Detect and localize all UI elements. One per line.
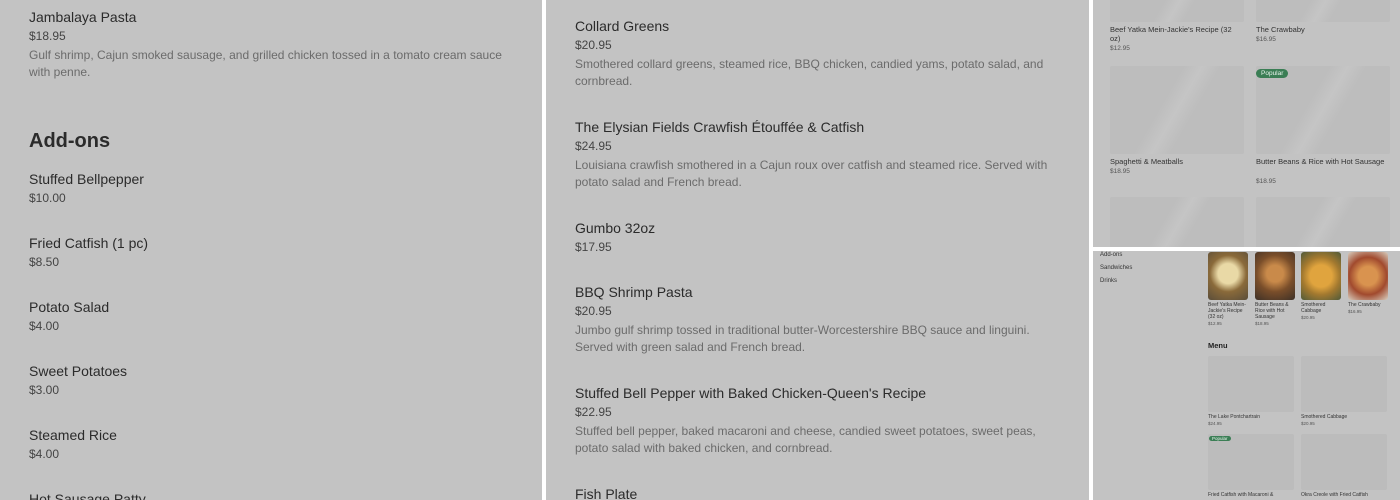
item-price: $10.00 bbox=[29, 191, 66, 205]
section-title-addons: Add-ons bbox=[29, 130, 111, 152]
menu-item[interactable]: Steamed Rice $4.00 bbox=[29, 426, 514, 462]
menu-panel-left: Jambalaya Pasta $18.95 Gulf shrimp, Caju… bbox=[0, 0, 542, 500]
item-name[interactable]: Smothered Cabbage bbox=[1301, 302, 1343, 314]
item-price: $4.00 bbox=[29, 447, 60, 461]
item-price: $24.95 bbox=[1208, 421, 1222, 426]
item-description: Smothered collard greens, steamed rice, … bbox=[575, 57, 1044, 88]
item-price: $8.50 bbox=[29, 255, 60, 269]
item-name[interactable]: Spaghetti & Meatballs bbox=[1110, 157, 1242, 166]
menu-item[interactable]: Potato Salad $4.00 bbox=[29, 298, 514, 334]
item-price: $20.95 bbox=[1301, 421, 1315, 426]
item-thumbnail[interactable] bbox=[1110, 0, 1244, 22]
menu-item[interactable]: Sweet Potatoes $3.00 bbox=[29, 362, 514, 398]
menu-item[interactable]: Fish Plate bbox=[575, 485, 1060, 500]
item-thumbnail[interactable] bbox=[1208, 356, 1294, 412]
menu-heading: Menu bbox=[1208, 341, 1228, 350]
item-name: Stuffed Bellpepper bbox=[29, 171, 144, 187]
item-description: Louisiana crawfish smothered in a Cajun … bbox=[575, 158, 1048, 189]
item-thumbnail[interactable] bbox=[1110, 66, 1244, 154]
menu-item[interactable]: Gumbo 32oz $17.95 bbox=[575, 219, 1060, 255]
item-price: $20.95 bbox=[1301, 315, 1315, 320]
item-name: Potato Salad bbox=[29, 299, 110, 315]
food-photo[interactable] bbox=[1255, 252, 1295, 300]
item-name: Fried Catfish (1 pc) bbox=[29, 235, 149, 251]
item-price: $22.95 bbox=[575, 405, 612, 419]
sidebar-item-addons[interactable]: Add-ons bbox=[1100, 252, 1122, 258]
item-description: Gulf shrimp, Cajun smoked sausage, and g… bbox=[29, 48, 502, 79]
item-price: $16.95 bbox=[1348, 309, 1362, 314]
menu-item[interactable]: Hot Sausage Patty bbox=[29, 490, 514, 500]
menu-grid-panel: Beef Yatka Mein-Jackie's Recipe (32 oz) … bbox=[1093, 0, 1400, 247]
item-price: $17.95 bbox=[575, 240, 612, 254]
menu-item[interactable]: Collard Greens $20.95 Smothered collard … bbox=[575, 17, 1060, 90]
popular-badge: Popular bbox=[1256, 69, 1289, 78]
food-photo[interactable] bbox=[1208, 252, 1248, 300]
item-thumbnail[interactable] bbox=[1256, 66, 1390, 154]
menu-item[interactable]: Stuffed Bellpepper $10.00 bbox=[29, 170, 514, 206]
item-thumbnail[interactable] bbox=[1110, 197, 1244, 247]
item-name: Sweet Potatoes bbox=[29, 363, 128, 379]
menu-item[interactable]: Fried Catfish (1 pc) $8.50 bbox=[29, 234, 514, 270]
item-name: Fish Plate bbox=[575, 486, 638, 500]
item-name: BBQ Shrimp Pasta bbox=[575, 284, 693, 300]
item-name[interactable]: Okra Creole with Fried Catfish bbox=[1301, 492, 1368, 498]
item-price: $18.95 bbox=[29, 29, 66, 43]
menu-item[interactable]: BBQ Shrimp Pasta $20.95 Jumbo gulf shrim… bbox=[575, 283, 1060, 356]
item-thumbnail[interactable] bbox=[1301, 356, 1387, 412]
item-price: $20.95 bbox=[575, 304, 612, 318]
sidebar-item-drinks[interactable]: Drinks bbox=[1100, 278, 1117, 284]
item-name: Hot Sausage Patty bbox=[29, 491, 146, 500]
menu-item[interactable]: The Elysian Fields Crawfish Étouffée & C… bbox=[575, 118, 1060, 191]
item-name[interactable]: The Crawbaby bbox=[1256, 25, 1388, 34]
item-name[interactable]: Fried Catfish with Macaroni & bbox=[1208, 492, 1273, 498]
item-price: $16.95 bbox=[1256, 36, 1276, 43]
item-name[interactable]: Butter Beans & Rice with Hot Sausage bbox=[1256, 157, 1388, 166]
item-thumbnail[interactable] bbox=[1301, 434, 1387, 490]
item-price: $18.95 bbox=[1255, 321, 1269, 326]
item-price: $12.95 bbox=[1110, 45, 1130, 52]
item-name: Collard Greens bbox=[575, 18, 670, 34]
sidebar-item-sandwiches[interactable]: Sandwiches bbox=[1100, 265, 1132, 271]
item-price: $24.95 bbox=[575, 139, 612, 153]
store-overview-panel: Add-ons Sandwiches Drinks Beef Yatka Mei… bbox=[1093, 251, 1400, 500]
item-name[interactable]: Beef Yatka Mein-Jackie's Recipe (32 oz) bbox=[1110, 25, 1242, 43]
item-name: The Elysian Fields Crawfish Étouffée & C… bbox=[575, 119, 865, 135]
item-thumbnail[interactable] bbox=[1208, 434, 1294, 490]
item-name: Stuffed Bell Pepper with Baked Chicken-Q… bbox=[575, 385, 927, 401]
item-description: Jumbo gulf shrimp tossed in traditional … bbox=[575, 323, 1030, 354]
item-price: $18.95 bbox=[1256, 178, 1276, 185]
item-price: $12.95 bbox=[1208, 321, 1222, 326]
item-thumbnail[interactable] bbox=[1256, 0, 1390, 22]
menu-panel-middle: Collard Greens $20.95 Smothered collard … bbox=[546, 0, 1089, 500]
item-name[interactable]: Beef Yatka Mein-Jackie's Recipe (32 oz) bbox=[1208, 302, 1250, 320]
item-thumbnail[interactable] bbox=[1256, 197, 1390, 247]
menu-item[interactable]: Jambalaya Pasta $18.95 Gulf shrimp, Caju… bbox=[29, 8, 514, 81]
item-name[interactable]: Butter Beans & Rice with Hot Sausage bbox=[1255, 302, 1297, 320]
item-price: $3.00 bbox=[29, 383, 60, 397]
item-description: Stuffed bell pepper, baked macaroni and … bbox=[575, 424, 1036, 455]
item-name[interactable]: The Lake Pontchartrain bbox=[1208, 414, 1260, 420]
item-name[interactable]: Smothered Cabbage bbox=[1301, 414, 1347, 420]
item-name: Gumbo 32oz bbox=[575, 220, 656, 236]
item-price: $4.00 bbox=[29, 319, 60, 333]
item-name: Steamed Rice bbox=[29, 427, 117, 443]
popular-badge: Popular bbox=[1209, 436, 1231, 441]
food-photo[interactable] bbox=[1301, 252, 1341, 300]
food-photo[interactable] bbox=[1348, 252, 1388, 300]
item-name[interactable]: The Crawbaby bbox=[1348, 302, 1390, 308]
item-price: $18.95 bbox=[1110, 168, 1130, 175]
item-name: Jambalaya Pasta bbox=[29, 9, 137, 25]
menu-item[interactable]: Stuffed Bell Pepper with Baked Chicken-Q… bbox=[575, 384, 1060, 457]
item-price: $20.95 bbox=[575, 38, 612, 52]
